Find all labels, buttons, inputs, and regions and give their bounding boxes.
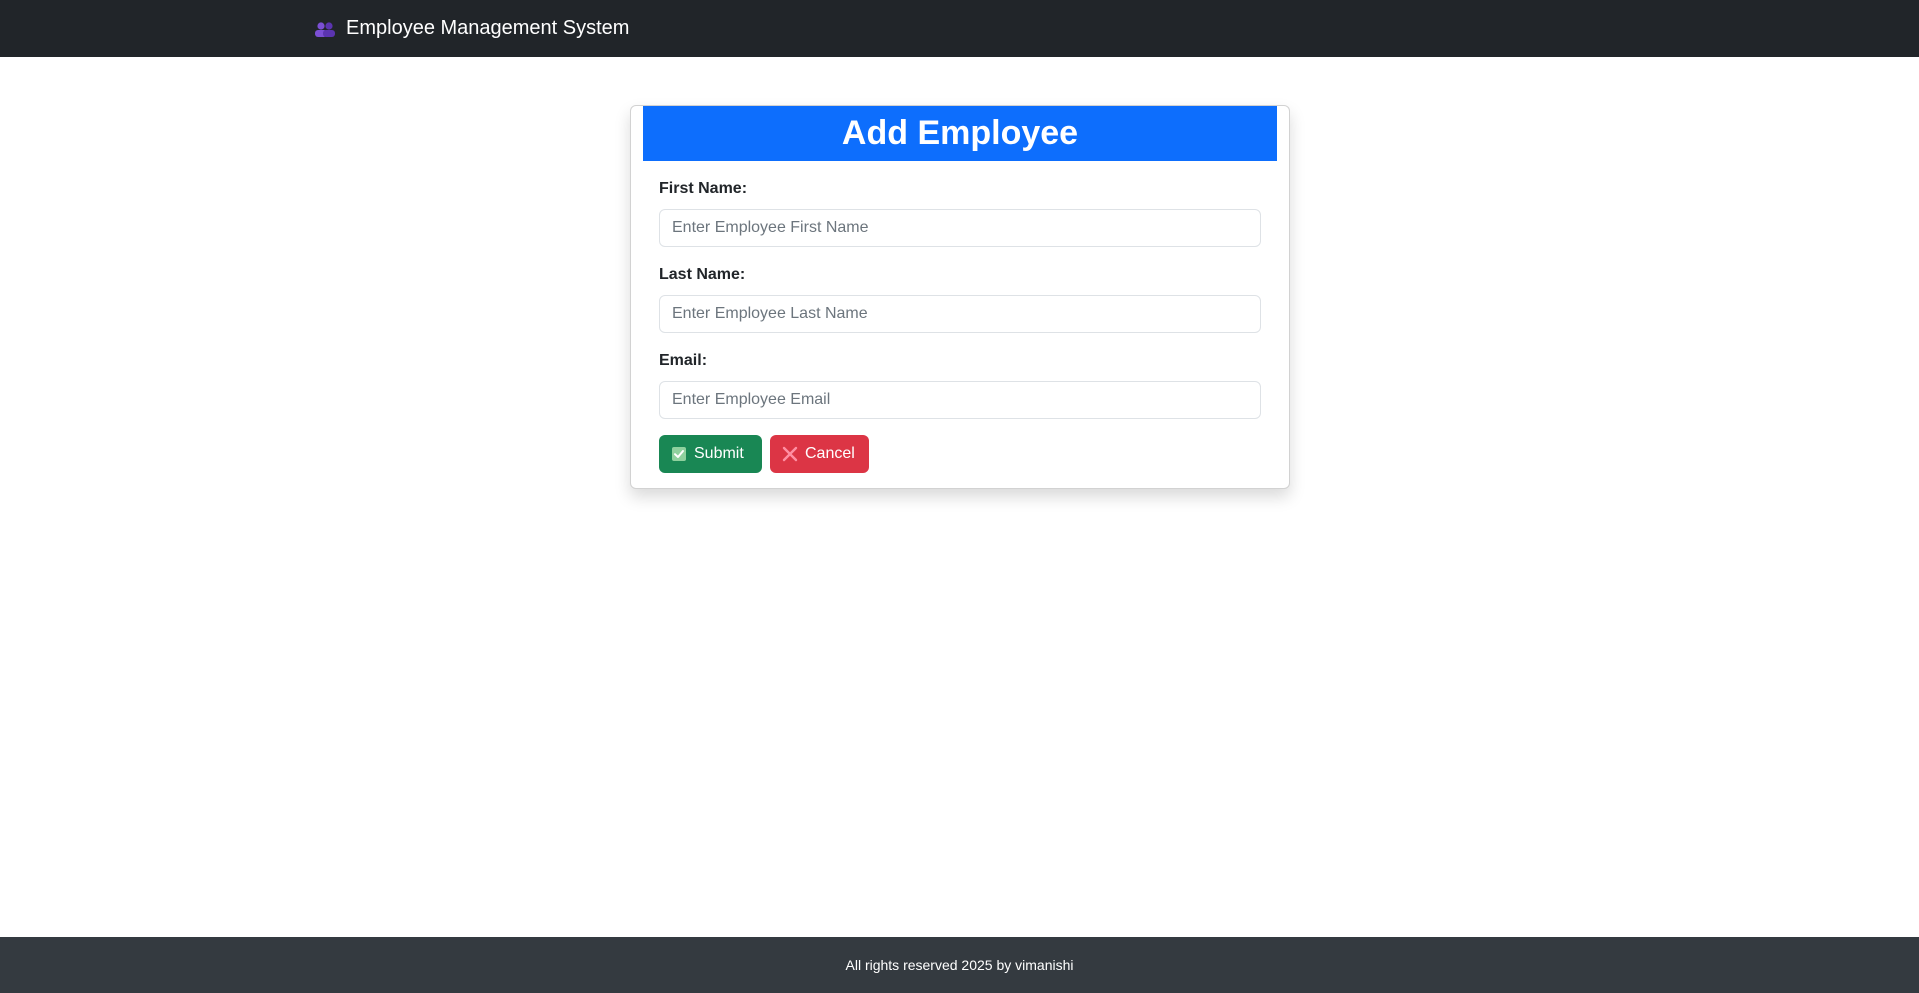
footer-text: All rights reserved 2025 by vimanishi <box>845 957 1074 973</box>
add-employee-card: Add Employee First Name: Last Name: Emai… <box>630 105 1290 489</box>
first-name-input[interactable] <box>659 209 1261 247</box>
form-title: Add Employee <box>643 106 1277 161</box>
last-name-label: Last Name: <box>659 266 746 283</box>
navbar: Employee Management System <box>0 0 1919 57</box>
submit-button[interactable]: Submit <box>659 435 762 473</box>
email-input[interactable] <box>659 381 1261 419</box>
people-icon <box>314 20 338 38</box>
footer: All rights reserved 2025 by vimanishi <box>0 937 1919 993</box>
brand-text: Employee Management System <box>346 17 630 39</box>
submit-label: Submit <box>694 445 744 462</box>
brand-link[interactable]: Employee Management System <box>314 0 629 57</box>
check-box-icon <box>671 446 687 462</box>
last-name-input[interactable] <box>659 295 1261 333</box>
first-name-label: First Name: <box>659 180 748 197</box>
cancel-button[interactable]: Cancel <box>770 435 869 473</box>
email-label: Email: <box>659 352 708 369</box>
cross-icon <box>782 446 798 462</box>
cancel-label: Cancel <box>805 445 855 462</box>
